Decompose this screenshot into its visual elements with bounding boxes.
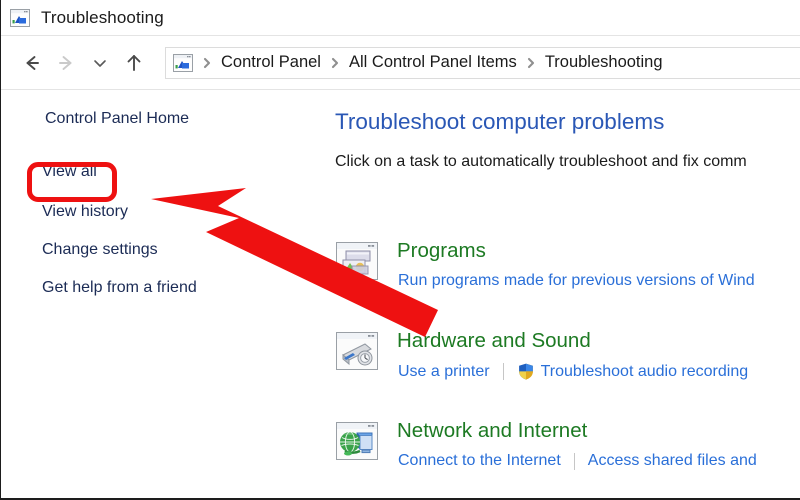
troubleshooting-window-icon [10, 8, 30, 27]
window-title: Troubleshooting [41, 7, 164, 27]
left-navigation-pane: Control Panel Home View all View history… [1, 91, 321, 498]
up-one-level-button[interactable] [117, 46, 151, 80]
page-title: Troubleshoot computer problems [335, 109, 665, 134]
chevron-right-icon [321, 56, 349, 70]
chevron-right-icon [193, 56, 221, 70]
navigation-toolbar: Control Panel All Control Panel Items Tr… [1, 36, 800, 90]
sidebar-item-change-settings[interactable]: Change settings [42, 241, 158, 259]
sidebar-item-view-history[interactable]: View history [42, 203, 128, 221]
forward-button[interactable] [49, 46, 83, 80]
category-title-network-and-internet[interactable]: Network and Internet [397, 419, 587, 443]
category-links-network-and-internet: Connect to the Internet Access shared fi… [398, 452, 757, 470]
network-and-internet-icon [335, 421, 379, 461]
link-divider [502, 363, 504, 380]
control-panel-home-link[interactable]: Control Panel Home [45, 110, 189, 128]
window-title-bar: Troubleshooting [1, 0, 800, 36]
link-access-shared-files[interactable]: Access shared files and [588, 452, 757, 470]
page-subtitle: Click on a task to automatically trouble… [335, 153, 747, 170]
up-arrow-icon [123, 52, 145, 74]
category-network-and-internet: Network and Internet Connect to the Inte… [335, 419, 800, 483]
sidebar-item-view-all[interactable]: View all [42, 163, 97, 181]
back-button[interactable] [15, 46, 49, 80]
uac-shield-icon [517, 362, 535, 381]
category-programs: Programs Run programs made for previous … [335, 239, 800, 303]
forward-arrow-icon [55, 52, 77, 74]
programs-icon [335, 241, 379, 281]
category-links-hardware-and-sound: Use a printer Troubleshoot audio recordi… [398, 362, 748, 381]
link-run-programs-previous-versions[interactable]: Run programs made for previous versions … [398, 272, 755, 290]
breadcrumb-item-troubleshooting[interactable]: Troubleshooting [545, 53, 663, 72]
content-area: Control Panel Home View all View history… [1, 91, 800, 498]
control-panel-icon [173, 53, 193, 72]
category-title-hardware-and-sound[interactable]: Hardware and Sound [397, 329, 591, 353]
category-title-programs[interactable]: Programs [397, 239, 486, 263]
chevron-right-icon [517, 56, 545, 70]
link-use-a-printer[interactable]: Use a printer [398, 363, 490, 381]
troubleshooting-window: Troubleshooting Control Panel All Contro… [0, 0, 800, 500]
main-pane: Troubleshoot computer problems Click on … [321, 91, 800, 498]
sidebar-item-get-help-from-a-friend[interactable]: Get help from a friend [42, 279, 197, 297]
category-links-programs: Run programs made for previous versions … [398, 272, 755, 290]
category-hardware-and-sound: Hardware and Sound Use a printer Trouble… [335, 329, 800, 393]
chevron-down-icon [91, 54, 109, 72]
link-connect-to-the-internet[interactable]: Connect to the Internet [398, 452, 561, 470]
breadcrumb-item-control-panel[interactable]: Control Panel [221, 53, 321, 72]
address-bar[interactable]: Control Panel All Control Panel Items Tr… [165, 46, 800, 79]
back-arrow-icon [21, 52, 43, 74]
breadcrumb-item-all-control-panel-items[interactable]: All Control Panel Items [349, 53, 517, 72]
recent-locations-button[interactable] [83, 46, 117, 80]
link-troubleshoot-audio-recording[interactable]: Troubleshoot audio recording [541, 363, 749, 381]
hardware-and-sound-icon [335, 331, 379, 371]
link-divider [573, 452, 575, 470]
